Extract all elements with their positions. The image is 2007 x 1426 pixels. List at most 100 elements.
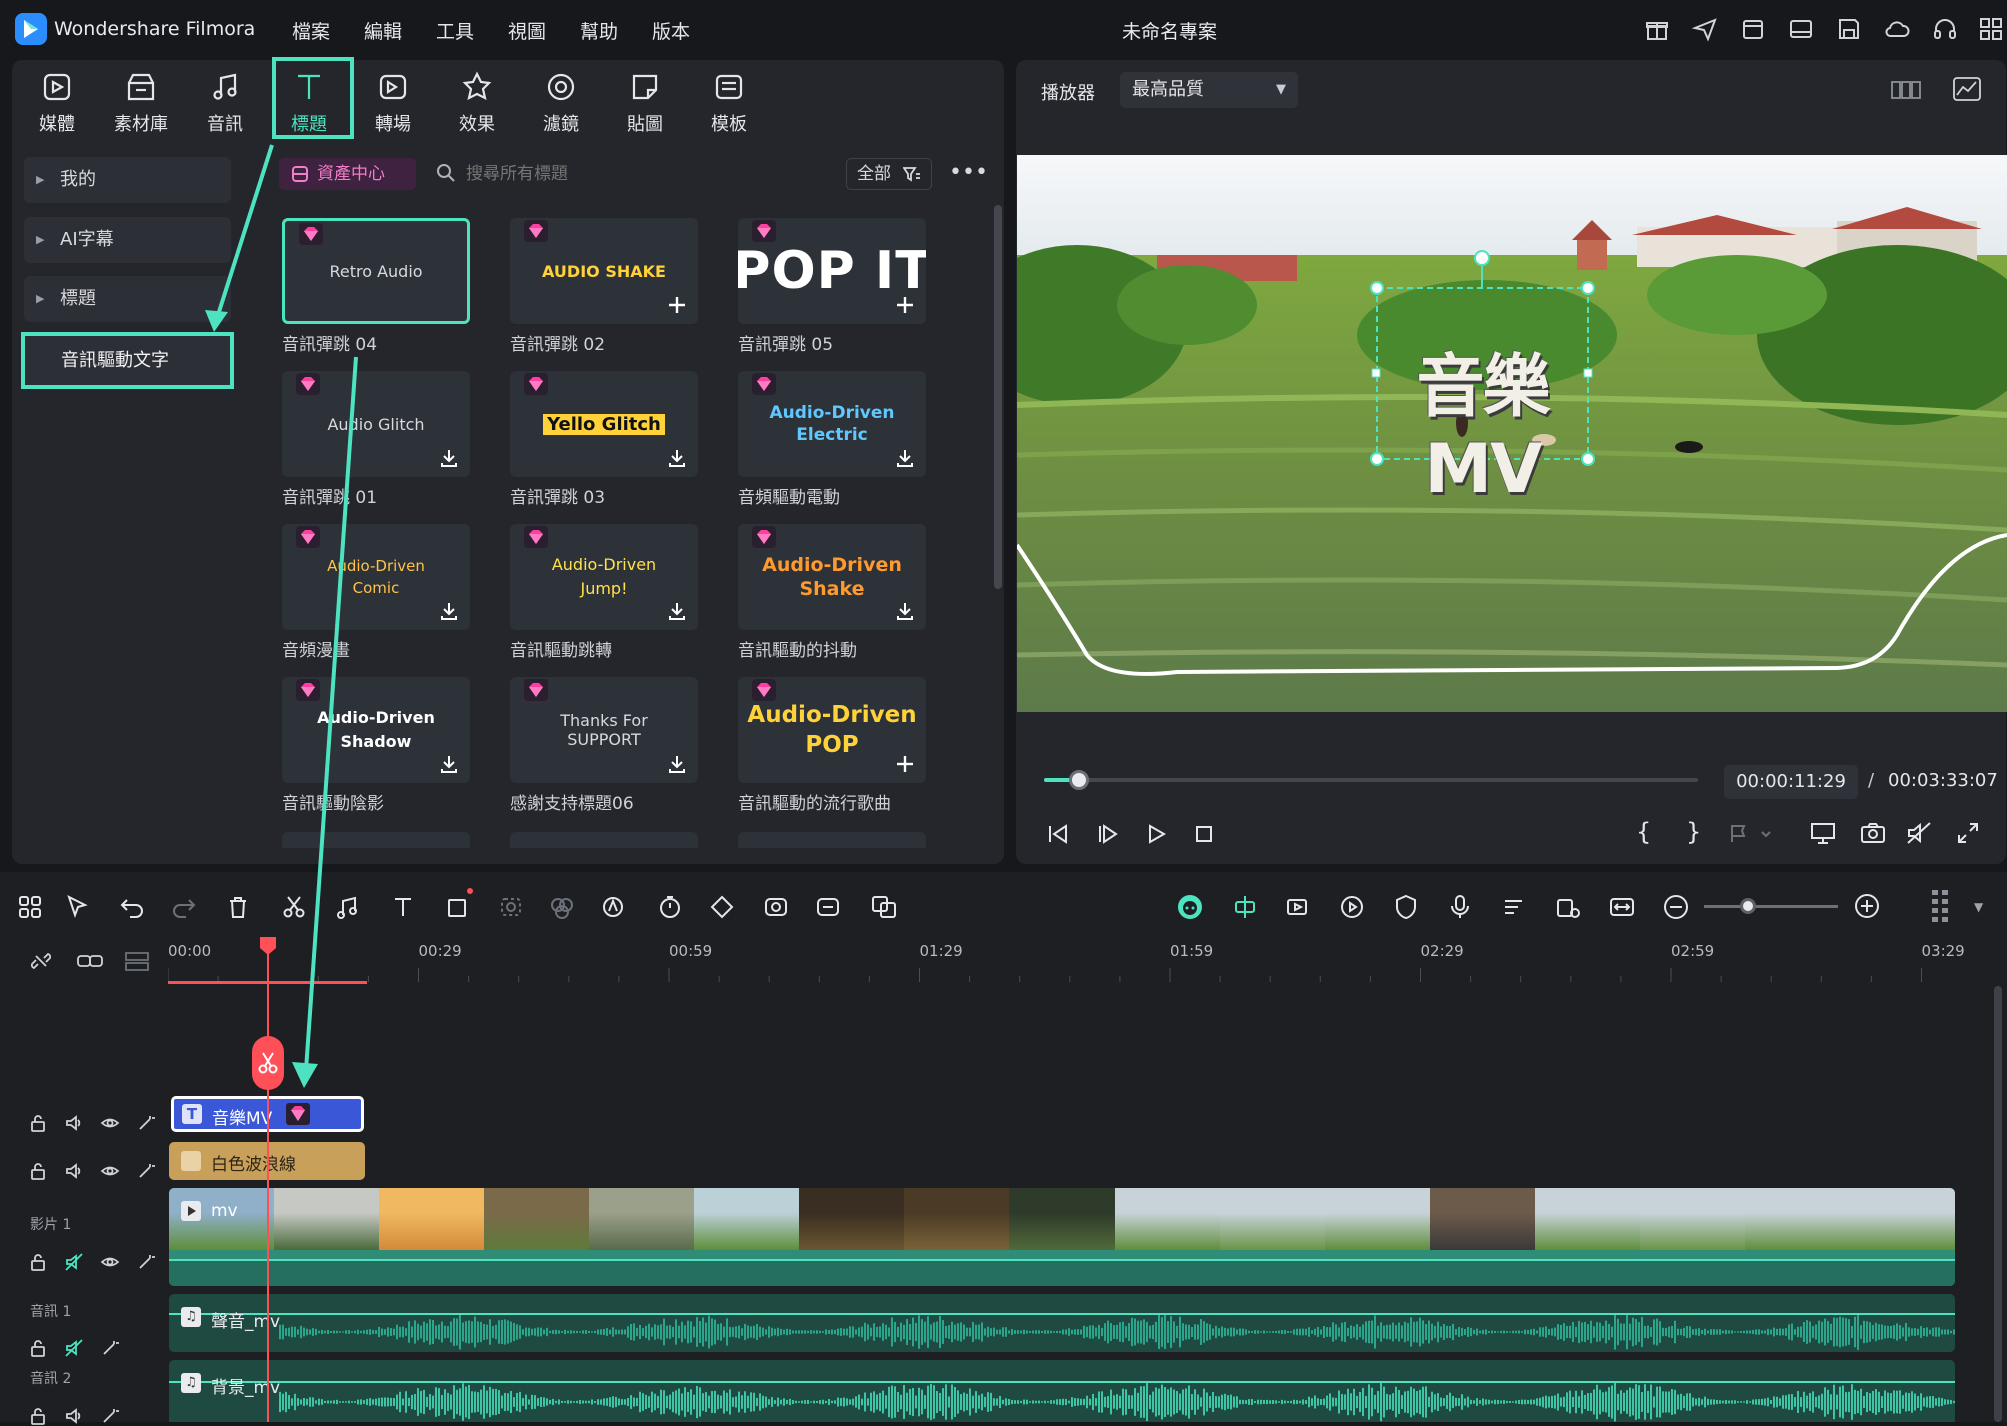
speaker-muted-icon[interactable]: [64, 1252, 84, 1272]
timeline-scrollbar[interactable]: [1994, 986, 2002, 1422]
layout-icon[interactable]: [1788, 16, 1814, 42]
filter-button[interactable]: 全部: [846, 158, 932, 190]
title-template-card[interactable]: Audio-Driven Jump!: [510, 524, 698, 630]
delete-icon[interactable]: [224, 893, 252, 921]
title-template-card[interactable]: Audio-Driven Comic: [282, 524, 470, 630]
fit-timeline-icon[interactable]: [1608, 893, 1636, 921]
speaker-icon[interactable]: [64, 1406, 84, 1426]
add-icon[interactable]: [894, 753, 916, 775]
crop-icon[interactable]: [444, 893, 472, 921]
playhead-handle[interactable]: [259, 936, 277, 956]
calendar-icon[interactable]: [1740, 16, 1766, 42]
audio-edit-icon[interactable]: [334, 893, 362, 921]
title-template-card[interactable]: AUDIO SHAKE: [510, 218, 698, 324]
magic-wand-icon[interactable]: [136, 1113, 156, 1133]
sidebar-item-audio-driven-text[interactable]: 音訊驅動文字: [21, 332, 234, 389]
tab-transition[interactable]: 轉場: [360, 70, 426, 136]
eye-icon[interactable]: [100, 1161, 120, 1181]
track-manager-icon[interactable]: [124, 950, 149, 972]
panel-dropdown-icon[interactable]: ▼: [1974, 900, 1983, 914]
ai-tool-icon[interactable]: [600, 893, 628, 921]
shield-icon[interactable]: [1392, 893, 1420, 921]
headset-icon[interactable]: [1932, 16, 1958, 42]
lock-icon[interactable]: [28, 1338, 48, 1358]
title-template-card[interactable]: Yello Glitch: [510, 371, 698, 477]
sidebar-item-titles[interactable]: ▶ 標題: [24, 276, 231, 322]
audio-mix-icon[interactable]: [1500, 893, 1528, 921]
download-icon[interactable]: [438, 600, 460, 622]
download-icon[interactable]: [666, 753, 688, 775]
title-template-card[interactable]: Audio-Driven Shake: [738, 524, 926, 630]
scope-chart-icon[interactable]: [1952, 76, 1982, 102]
tab-media[interactable]: 媒體: [24, 70, 90, 136]
auto-beat-icon[interactable]: [1554, 893, 1582, 921]
marker-dropdown-icon[interactable]: [1728, 822, 1776, 846]
lock-icon[interactable]: [28, 1252, 48, 1272]
download-icon[interactable]: [438, 447, 460, 469]
speaker-icon[interactable]: [64, 1113, 84, 1133]
ai-assistant-icon[interactable]: [1176, 893, 1204, 921]
gift-icon[interactable]: [1644, 16, 1670, 42]
download-icon[interactable]: [894, 447, 916, 469]
add-icon[interactable]: [666, 294, 688, 316]
mark-in-icon[interactable]: {: [1636, 818, 1651, 846]
lock-icon[interactable]: [28, 1113, 48, 1133]
microphone-icon[interactable]: [1446, 893, 1474, 921]
split-scissors-button[interactable]: [252, 1036, 284, 1090]
tab-effects[interactable]: 效果: [444, 70, 510, 136]
save-icon[interactable]: [1836, 16, 1862, 42]
stop-icon[interactable]: [1192, 822, 1216, 846]
speed-icon[interactable]: [656, 893, 684, 921]
send-icon[interactable]: [1692, 16, 1718, 42]
auto-highlight-icon[interactable]: [1284, 893, 1312, 921]
title-template-card[interactable]: Thanks For SUPPORT: [510, 677, 698, 783]
magic-wand-icon[interactable]: [100, 1338, 120, 1358]
video-preview[interactable]: 音樂MV: [1017, 155, 2007, 712]
menu-file[interactable]: 檔案: [292, 17, 330, 44]
play-icon[interactable]: [1144, 822, 1168, 846]
tab-stock-library[interactable]: 素材庫: [108, 70, 174, 136]
mask-icon[interactable]: [498, 893, 526, 921]
link-clip-icon[interactable]: [76, 950, 103, 972]
scissors-icon[interactable]: [280, 893, 308, 921]
asset-center-button[interactable]: 資產中心: [279, 158, 416, 190]
display-icon[interactable]: [1810, 821, 1836, 845]
download-icon[interactable]: [438, 753, 460, 775]
magic-wand-icon[interactable]: [136, 1161, 156, 1181]
playback-progress-track[interactable]: [1044, 770, 1698, 790]
translate-icon[interactable]: [870, 893, 898, 921]
blend-icon[interactable]: [548, 893, 576, 921]
title-template-card[interactable]: Audio-Driven POP: [738, 677, 926, 783]
unlink-icon[interactable]: [30, 950, 52, 972]
menu-tools[interactable]: 工具: [436, 17, 474, 44]
zoom-out-icon[interactable]: [1662, 893, 1690, 921]
grid-view-icon[interactable]: [1890, 78, 1922, 102]
cloud-icon[interactable]: [1884, 16, 1910, 42]
quality-select[interactable]: 最高品質 ▼: [1120, 72, 1298, 108]
library-scrollbar[interactable]: [994, 205, 1002, 589]
playhead-line[interactable]: [267, 942, 269, 1422]
tab-audio-note[interactable]: 音訊: [192, 70, 258, 136]
audio-clip-2[interactable]: ♫ 背景_mv: [169, 1360, 1955, 1422]
mute-icon[interactable]: [1906, 821, 1932, 845]
stabilize-icon[interactable]: [762, 893, 790, 921]
lock-icon[interactable]: [28, 1406, 48, 1426]
redo-icon[interactable]: [170, 893, 198, 921]
add-icon[interactable]: [894, 294, 916, 316]
tab-template[interactable]: 模板: [696, 70, 762, 136]
tab-sticker[interactable]: 貼圖: [612, 70, 678, 136]
menu-version[interactable]: 版本: [652, 17, 690, 44]
fullscreen-icon[interactable]: [1956, 821, 1980, 845]
panel-layout-icon[interactable]: [1930, 888, 1952, 924]
title-template-card[interactable]: POP IT: [738, 218, 926, 324]
apps-grid-icon[interactable]: [1978, 16, 2004, 42]
eye-icon[interactable]: [100, 1113, 120, 1133]
mark-out-icon[interactable]: }: [1686, 818, 1701, 846]
select-pointer-icon[interactable]: [64, 893, 92, 921]
speaker-muted-icon[interactable]: [64, 1338, 84, 1358]
zoom-slider[interactable]: [1704, 898, 1838, 914]
play-range-icon[interactable]: [1338, 893, 1366, 921]
menu-help[interactable]: 幫助: [580, 17, 618, 44]
download-icon[interactable]: [666, 600, 688, 622]
video-clip[interactable]: mv: [169, 1188, 1955, 1286]
